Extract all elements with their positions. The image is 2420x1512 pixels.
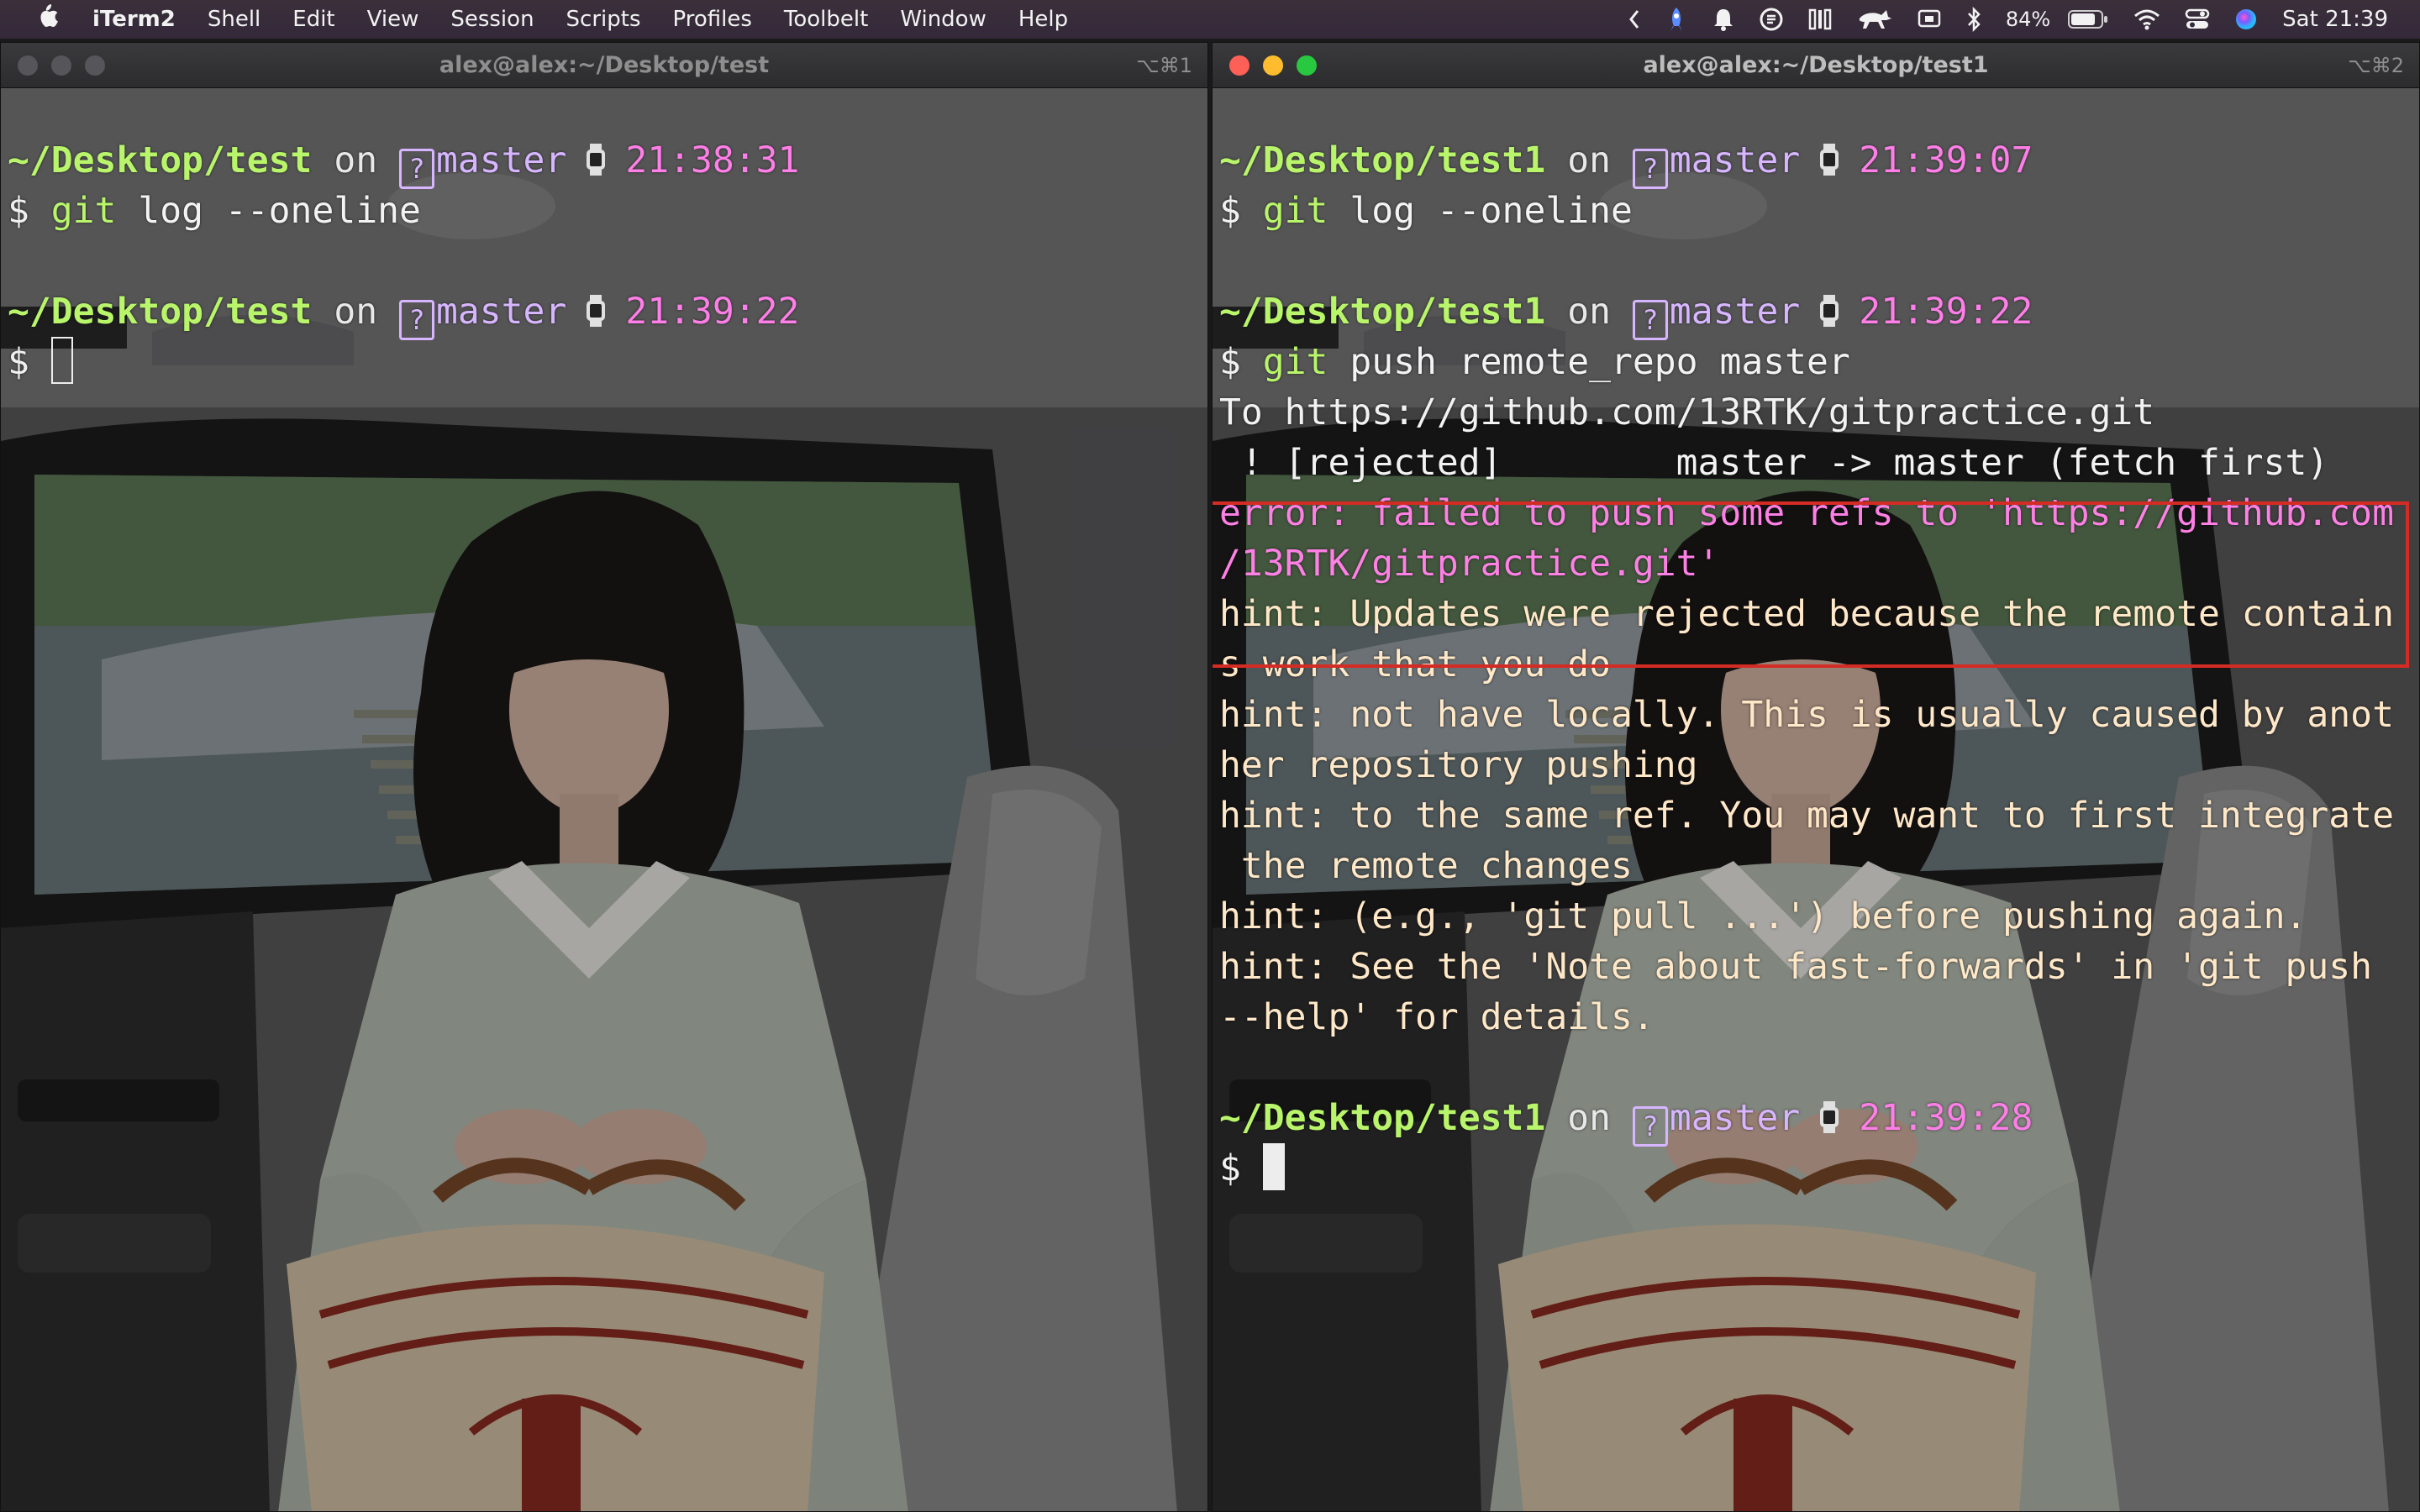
window-title: alex@alex:~/Desktop/test xyxy=(439,52,770,78)
prompt-path: ~/Desktop/test1 xyxy=(1219,1097,1546,1139)
watch-icon xyxy=(585,290,607,340)
command-line: $ git log --oneline xyxy=(1219,190,1633,232)
close-button[interactable] xyxy=(18,55,38,76)
window-titlebar[interactable]: alex@alex:~/Desktop/test1 ⌥⌘2 xyxy=(1213,43,2419,88)
prompt-path: ~/Desktop/test1 xyxy=(1219,139,1546,181)
menu-session[interactable]: Session xyxy=(434,7,550,32)
prompt-time: 21:38:31 xyxy=(625,139,800,181)
text-cursor xyxy=(1262,1143,1285,1190)
watch-icon xyxy=(1818,139,1840,189)
command-line[interactable]: $ xyxy=(1219,1143,2412,1194)
minimize-button[interactable] xyxy=(51,55,71,76)
hint-line: hint: See the 'Note about fast-forwards'… xyxy=(1219,946,2373,988)
menu-view[interactable]: View xyxy=(351,7,435,32)
prompt-time: 21:39:22 xyxy=(1859,291,2033,333)
prompt-time: 21:39:28 xyxy=(1859,1097,2033,1139)
watch-icon xyxy=(585,139,607,189)
zoom-button[interactable] xyxy=(85,55,105,76)
menu-window[interactable]: Window xyxy=(884,7,1002,32)
hint-line: hint: to the same ref. You may want to f… xyxy=(1219,795,2394,837)
running-cat-icon[interactable] xyxy=(1844,7,1905,32)
screen-mirror-icon[interactable] xyxy=(1905,8,1954,30)
hint-line: the remote changes xyxy=(1219,845,1633,887)
text-cursor-icon[interactable] xyxy=(1796,7,1844,32)
menu-app-iterm2[interactable]: iTerm2 xyxy=(92,7,192,32)
command-line[interactable]: $ xyxy=(8,337,1201,387)
git-branch: master xyxy=(436,291,567,333)
siri-icon[interactable] xyxy=(2222,7,2270,32)
prompt-line: ~/Desktop/test1 on ? master 21:39:28 xyxy=(1219,1093,2412,1147)
menu-toolbelt[interactable]: Toolbelt xyxy=(768,7,884,32)
git-status-icon: ? xyxy=(1632,300,1668,340)
window-shortcut: ⌥⌘2 xyxy=(2348,53,2404,77)
prompt-time: 21:39:07 xyxy=(1859,139,2033,181)
menu-bar: iTerm2 Shell Edit View Session Scripts P… xyxy=(0,0,2420,39)
prompt-path: ~/Desktop/test xyxy=(8,139,313,181)
rocket-icon[interactable] xyxy=(1653,6,1700,33)
git-status-icon: ? xyxy=(399,149,434,189)
bell-icon[interactable] xyxy=(1700,7,1747,32)
terminal-output[interactable]: ~/Desktop/test on ? master 21:38:31 $ git … xyxy=(8,135,1201,387)
terminal-window-right[interactable]: alex@alex:~/Desktop/test1 ⌥⌘2 ~/Desktop/… xyxy=(1212,42,2420,1512)
prompt-path: ~/Desktop/test1 xyxy=(1219,291,1546,333)
error-highlight-box xyxy=(1213,501,2409,668)
chevron-left-icon[interactable] xyxy=(1616,8,1653,30)
prompt-line: ~/Desktop/test1 on ? master 21:39:07 xyxy=(1219,135,2412,189)
close-button[interactable] xyxy=(1229,55,1249,76)
clock[interactable]: Sat 21:39 xyxy=(2270,7,2400,32)
watch-icon xyxy=(1818,290,1840,340)
menu-scripts[interactable]: Scripts xyxy=(550,7,657,32)
command-line: $ git log --oneline xyxy=(8,190,421,232)
prompt-line: ~/Desktop/test on ? master 21:39:22 xyxy=(8,286,1201,340)
watch-icon xyxy=(1818,1096,1840,1147)
menu-shell[interactable]: Shell xyxy=(192,7,276,32)
text-cursor xyxy=(50,337,73,384)
git-branch: master xyxy=(436,139,567,181)
wifi-icon[interactable] xyxy=(2121,8,2173,31)
git-status-icon: ? xyxy=(1632,149,1668,189)
window-shortcut: ⌥⌘1 xyxy=(1136,53,1192,77)
menu-edit[interactable]: Edit xyxy=(276,7,350,32)
prompt-path: ~/Desktop/test xyxy=(8,291,313,333)
git-branch: master xyxy=(1669,1097,1801,1139)
clipboard-icon[interactable] xyxy=(1747,7,1796,32)
git-status-icon: ? xyxy=(1632,1106,1668,1147)
menu-profiles[interactable]: Profiles xyxy=(657,7,768,32)
battery-percent: 84% xyxy=(2005,8,2051,31)
output-line: To https://github.com/13RTK/gitpractice.… xyxy=(1219,391,2155,433)
terminal-output[interactable]: ~/Desktop/test1 on ? master 21:39:07 $ git… xyxy=(1213,135,2412,1194)
zoom-button[interactable] xyxy=(1297,55,1317,76)
terminal-window-left[interactable]: alex@alex:~/Desktop/test ⌥⌘1 ~/Desktop/t… xyxy=(0,42,1208,1512)
hint-line: hint: (e.g., 'git pull ...') before push… xyxy=(1219,895,2307,937)
prompt-time: 21:39:22 xyxy=(625,291,800,333)
prompt-line: ~/Desktop/test on ? master 21:38:31 xyxy=(8,135,1201,189)
bluetooth-icon[interactable] xyxy=(1954,7,1994,32)
prompt-line: ~/Desktop/test1 on ? master 21:39:22 xyxy=(1219,286,2412,340)
git-status-icon: ? xyxy=(399,300,434,340)
hint-line: her repository pushing xyxy=(1219,744,1698,786)
battery-icon[interactable] xyxy=(2055,8,2121,30)
hint-line: --help' for details. xyxy=(1219,996,1655,1038)
output-line: ! [rejected] master -> master (fetch fir… xyxy=(1219,442,2329,484)
menu-help[interactable]: Help xyxy=(1002,7,1084,32)
window-title: alex@alex:~/Desktop/test1 xyxy=(1643,52,1989,78)
window-titlebar[interactable]: alex@alex:~/Desktop/test ⌥⌘1 xyxy=(1,43,1207,88)
git-branch: master xyxy=(1669,139,1801,181)
hint-line: hint: not have locally. This is usually … xyxy=(1219,694,2394,736)
minimize-button[interactable] xyxy=(1263,55,1283,76)
git-branch: master xyxy=(1669,291,1801,333)
control-center-icon[interactable] xyxy=(2173,8,2222,31)
command-line: $ git push remote_repo master xyxy=(1219,341,1850,383)
apple-menu-icon[interactable] xyxy=(0,3,92,36)
